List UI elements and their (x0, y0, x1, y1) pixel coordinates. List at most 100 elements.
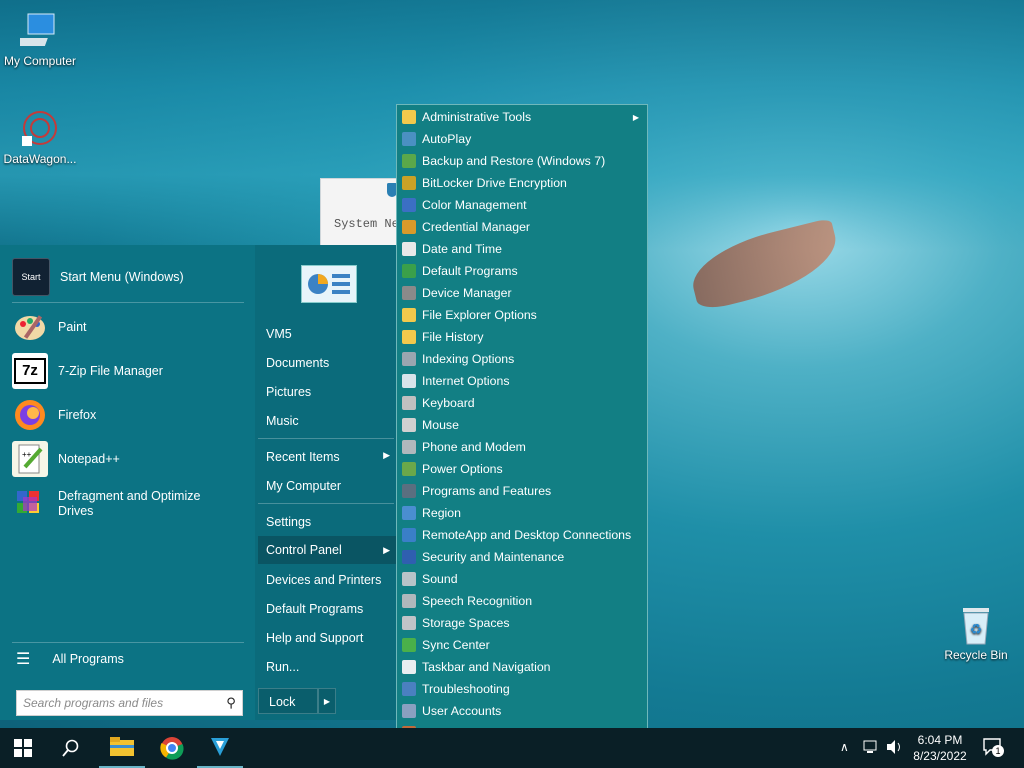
control-panel-item[interactable]: Programs and Features (397, 480, 647, 502)
link-documents[interactable]: Documents (266, 356, 396, 370)
control-panel-item[interactable]: Device Manager (397, 282, 647, 304)
windows-icon (14, 739, 32, 757)
start-button[interactable] (0, 728, 46, 768)
clock[interactable]: 6:04 PM 8/23/2022 (910, 732, 970, 764)
control-panel-applet-icon (402, 660, 416, 674)
control-panel-applet-icon (402, 704, 416, 718)
pinned-7zip[interactable]: 7z 7-Zip File Manager (12, 351, 247, 391)
show-hidden-icons[interactable]: ∧ (840, 740, 849, 754)
control-panel-item[interactable]: Region (397, 502, 647, 524)
link-pictures[interactable]: Pictures (266, 385, 396, 399)
chrome-taskbar-button[interactable] (149, 728, 195, 768)
notification-center-icon[interactable]: 1 (982, 737, 1004, 757)
pinned-start-menu[interactable]: Start Start Menu (Windows) (12, 257, 247, 297)
taskbar: ∧ 6:04 PM 8/23/2022 1 (0, 728, 1024, 768)
control-panel-item[interactable]: Color Management (397, 194, 647, 216)
defrag-icon (12, 486, 48, 522)
control-panel-applet-icon (402, 132, 416, 146)
pinned-notepadpp[interactable]: ++ Notepad++ (12, 439, 247, 479)
control-panel-applet-icon (402, 110, 416, 124)
desktop-icon-my-computer[interactable]: My Computer (0, 10, 80, 68)
search-icon (62, 739, 79, 757)
control-panel-item[interactable]: BitLocker Drive Encryption (397, 172, 647, 194)
control-panel-applet-icon (402, 572, 416, 586)
link-default-programs[interactable]: Default Programs (266, 602, 396, 616)
link-run[interactable]: Run... (266, 660, 396, 674)
control-panel-applet-icon (402, 418, 416, 432)
control-panel-item[interactable]: Administrative Tools ▶ (397, 106, 647, 128)
link-vm5[interactable]: VM5 (266, 327, 396, 341)
datawagon-icon (20, 108, 60, 148)
control-panel-item[interactable]: Speech Recognition (397, 590, 647, 612)
desktop-icon-datawagon[interactable]: DataWagon... (0, 108, 80, 166)
svg-text:++: ++ (22, 450, 32, 459)
link-settings[interactable]: Settings (266, 515, 396, 529)
control-panel-item[interactable]: Backup and Restore (Windows 7) (397, 150, 647, 172)
control-panel-item[interactable]: Internet Options (397, 370, 647, 392)
lock-options-arrow[interactable]: ▶ (318, 688, 336, 714)
lock-button[interactable]: Lock (258, 688, 318, 714)
control-panel-item[interactable]: Sync Center (397, 634, 647, 656)
control-panel-item[interactable]: Taskbar and Navigation (397, 656, 647, 678)
background-window[interactable]: System Ne (320, 178, 400, 246)
control-panel-item[interactable]: RemoteApp and Desktop Connections (397, 524, 647, 546)
firefox-icon (12, 397, 48, 433)
search-icon[interactable]: ⚲ (220, 695, 242, 711)
control-panel-applet-icon (402, 220, 416, 234)
start-menu-icon: Start (12, 258, 50, 296)
all-programs-button[interactable]: ☰ All Programs (16, 649, 124, 669)
control-panel-item[interactable]: Security and Maintenance (397, 546, 647, 568)
control-panel-item[interactable]: File Explorer Options (397, 304, 647, 326)
file-explorer-taskbar-button[interactable] (99, 728, 145, 768)
control-panel-item[interactable]: Troubleshooting (397, 678, 647, 700)
pinned-firefox[interactable]: Firefox (12, 395, 247, 435)
control-panel-applet-icon (402, 352, 416, 366)
control-panel-item[interactable]: Storage Spaces (397, 612, 647, 634)
control-panel-applet-icon (402, 506, 416, 520)
control-panel-applet-icon (402, 374, 416, 388)
user-picture-icon[interactable] (301, 265, 357, 303)
control-panel-item[interactable]: Phone and Modem (397, 436, 647, 458)
volume-icon[interactable] (885, 739, 903, 758)
control-panel-item[interactable]: Keyboard (397, 392, 647, 414)
control-panel-item[interactable]: File History (397, 326, 647, 348)
control-panel-item[interactable]: Power Options (397, 458, 647, 480)
control-panel-item[interactable]: Indexing Options (397, 348, 647, 370)
link-music[interactable]: Music (266, 414, 396, 428)
vpn-taskbar-button[interactable] (197, 728, 243, 768)
paint-icon (12, 309, 48, 345)
7zip-icon: 7z (12, 353, 48, 389)
control-panel-applet-icon (402, 396, 416, 410)
link-my-computer[interactable]: My Computer (266, 479, 396, 493)
pinned-paint[interactable]: Paint (12, 307, 247, 347)
vpn-shield-icon (211, 738, 229, 756)
control-panel-item[interactable]: AutoPlay (397, 128, 647, 150)
recycle-bin-icon: ♻ (956, 604, 996, 645)
control-panel-applet-icon (402, 616, 416, 630)
chrome-icon (160, 737, 184, 760)
control-panel-item[interactable]: Date and Time (397, 238, 647, 260)
divider (12, 642, 244, 643)
control-panel-item[interactable]: Default Programs (397, 260, 647, 282)
control-panel-applet-icon (402, 264, 416, 278)
control-panel-item[interactable]: Mouse (397, 414, 647, 436)
control-panel-applet-icon (402, 594, 416, 608)
start-menu-right-pane: VM5 Documents Pictures Music Recent Item… (255, 245, 396, 720)
search-taskbar-button[interactable] (48, 728, 94, 768)
link-control-panel[interactable]: Control Panel ▶ (258, 536, 396, 564)
search-box[interactable]: Search programs and files ⚲ (16, 690, 243, 716)
control-panel-item[interactable]: User Accounts (397, 700, 647, 722)
link-devices-printers[interactable]: Devices and Printers (266, 573, 396, 587)
pinned-defrag[interactable]: Defragment and Optimize Drives (12, 483, 247, 525)
link-help-support[interactable]: Help and Support (266, 631, 396, 645)
network-icon[interactable] (862, 739, 880, 758)
control-panel-applet-icon (402, 528, 416, 542)
control-panel-submenu: Administrative Tools ▶ AutoPlay Backup and … (396, 104, 648, 768)
control-panel-item[interactable]: Sound (397, 568, 647, 590)
start-menu-left-pane: Start Start Menu (Windows) Paint 7z 7-Zi… (0, 245, 255, 720)
control-panel-applet-icon (402, 198, 416, 212)
search-input[interactable]: Search programs and files (17, 696, 220, 710)
link-recent-items[interactable]: Recent Items ▶ (266, 450, 396, 464)
control-panel-item[interactable]: Credential Manager (397, 216, 647, 238)
desktop-icon-recycle-bin[interactable]: ♻ Recycle Bin (936, 604, 1016, 662)
